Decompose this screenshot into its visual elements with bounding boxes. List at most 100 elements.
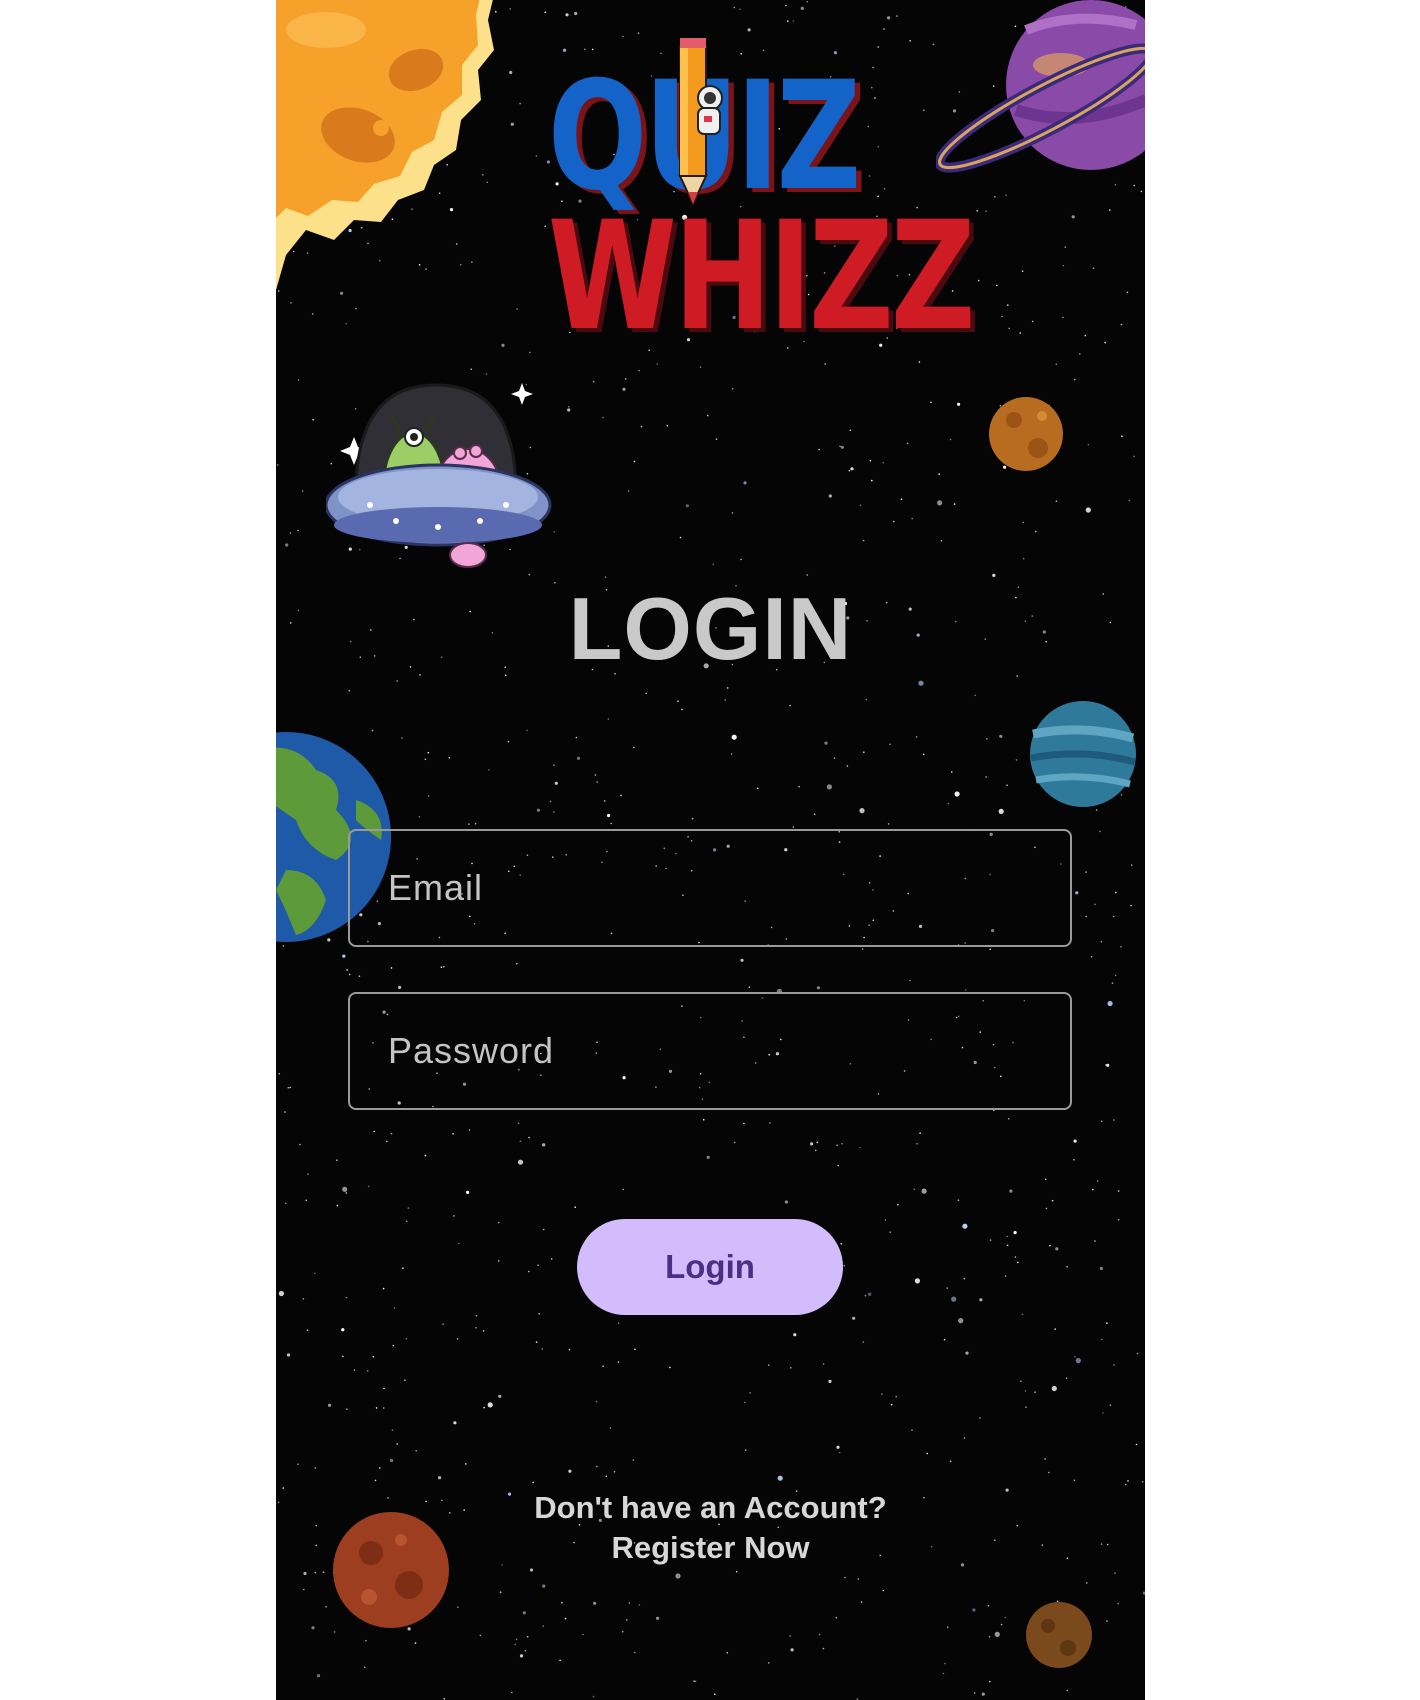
star (756, 787, 759, 790)
star (634, 1348, 636, 1351)
star (645, 692, 647, 695)
star (620, 794, 622, 797)
star (554, 781, 558, 785)
star (889, 743, 891, 746)
email-field[interactable] (348, 829, 1072, 947)
login-button[interactable]: Login (577, 1219, 843, 1315)
star (740, 558, 742, 561)
star (1066, 1689, 1068, 1692)
star (744, 1449, 747, 1451)
star (739, 8, 741, 10)
register-now-link[interactable]: Register Now (276, 1528, 1145, 1568)
star (1074, 1355, 1076, 1358)
star (390, 1132, 393, 1135)
star (973, 1692, 976, 1694)
star (862, 539, 865, 542)
star (550, 1258, 553, 1260)
star (882, 1589, 885, 1592)
star (306, 1329, 309, 1331)
star (346, 1408, 348, 1410)
star (730, 753, 733, 755)
star (453, 1421, 457, 1425)
star (930, 401, 932, 404)
star (519, 1654, 524, 1658)
star (913, 1188, 915, 1191)
star (532, 1481, 534, 1484)
star (1099, 1266, 1103, 1271)
star (940, 539, 943, 542)
star (846, 765, 849, 767)
star (1094, 903, 1096, 906)
star (535, 1341, 538, 1343)
star (285, 543, 289, 547)
star (691, 817, 694, 820)
star (909, 979, 911, 982)
star (596, 1465, 598, 1468)
star (989, 1680, 991, 1683)
star (537, 1264, 539, 1266)
star (868, 1292, 872, 1296)
star (1140, 190, 1143, 193)
star (895, 1395, 897, 1398)
star (1109, 1404, 1112, 1406)
star (836, 1445, 840, 1449)
star (336, 1159, 338, 1161)
star (544, 11, 547, 14)
star (715, 438, 718, 441)
star (314, 1272, 316, 1275)
star (624, 378, 627, 380)
star (835, 1616, 838, 1619)
star (693, 1680, 695, 1683)
star (1019, 332, 1021, 334)
star (976, 210, 978, 212)
star (962, 1223, 968, 1229)
star (1071, 215, 1075, 219)
star (407, 1207, 410, 1209)
star (743, 1122, 745, 1125)
star (278, 1072, 281, 1075)
star (789, 1635, 791, 1637)
star (402, 1267, 404, 1269)
star (937, 500, 943, 506)
star (1054, 1328, 1056, 1330)
star (890, 1403, 893, 1406)
star (456, 1338, 459, 1340)
password-field[interactable] (348, 992, 1072, 1110)
star (1024, 1390, 1027, 1392)
star (789, 704, 791, 707)
star (482, 1330, 485, 1332)
star (1099, 830, 1101, 833)
star (814, 1149, 817, 1152)
star (1108, 1003, 1111, 1006)
star (522, 1611, 526, 1615)
star (1087, 443, 1090, 446)
star (592, 1695, 595, 1698)
star (1114, 974, 1117, 977)
star (850, 467, 854, 471)
star (694, 1680, 697, 1683)
star (404, 1379, 406, 1381)
star (1073, 1158, 1075, 1161)
star (724, 699, 726, 701)
star (1044, 1458, 1046, 1460)
star (818, 448, 820, 451)
star (565, 13, 569, 17)
star (965, 1351, 969, 1355)
star (328, 1403, 332, 1407)
star (869, 459, 872, 462)
star (702, 1118, 705, 1121)
star (536, 808, 540, 812)
star (1142, 1591, 1145, 1595)
star (837, 1164, 839, 1167)
star (596, 781, 598, 783)
star (883, 28, 885, 30)
star (479, 1634, 482, 1637)
star (398, 985, 402, 990)
star (849, 429, 852, 432)
star (1034, 1391, 1036, 1393)
star (896, 15, 898, 17)
star (749, 1392, 751, 1394)
star (396, 680, 398, 682)
star (806, 574, 809, 576)
star (1065, 1377, 1068, 1379)
